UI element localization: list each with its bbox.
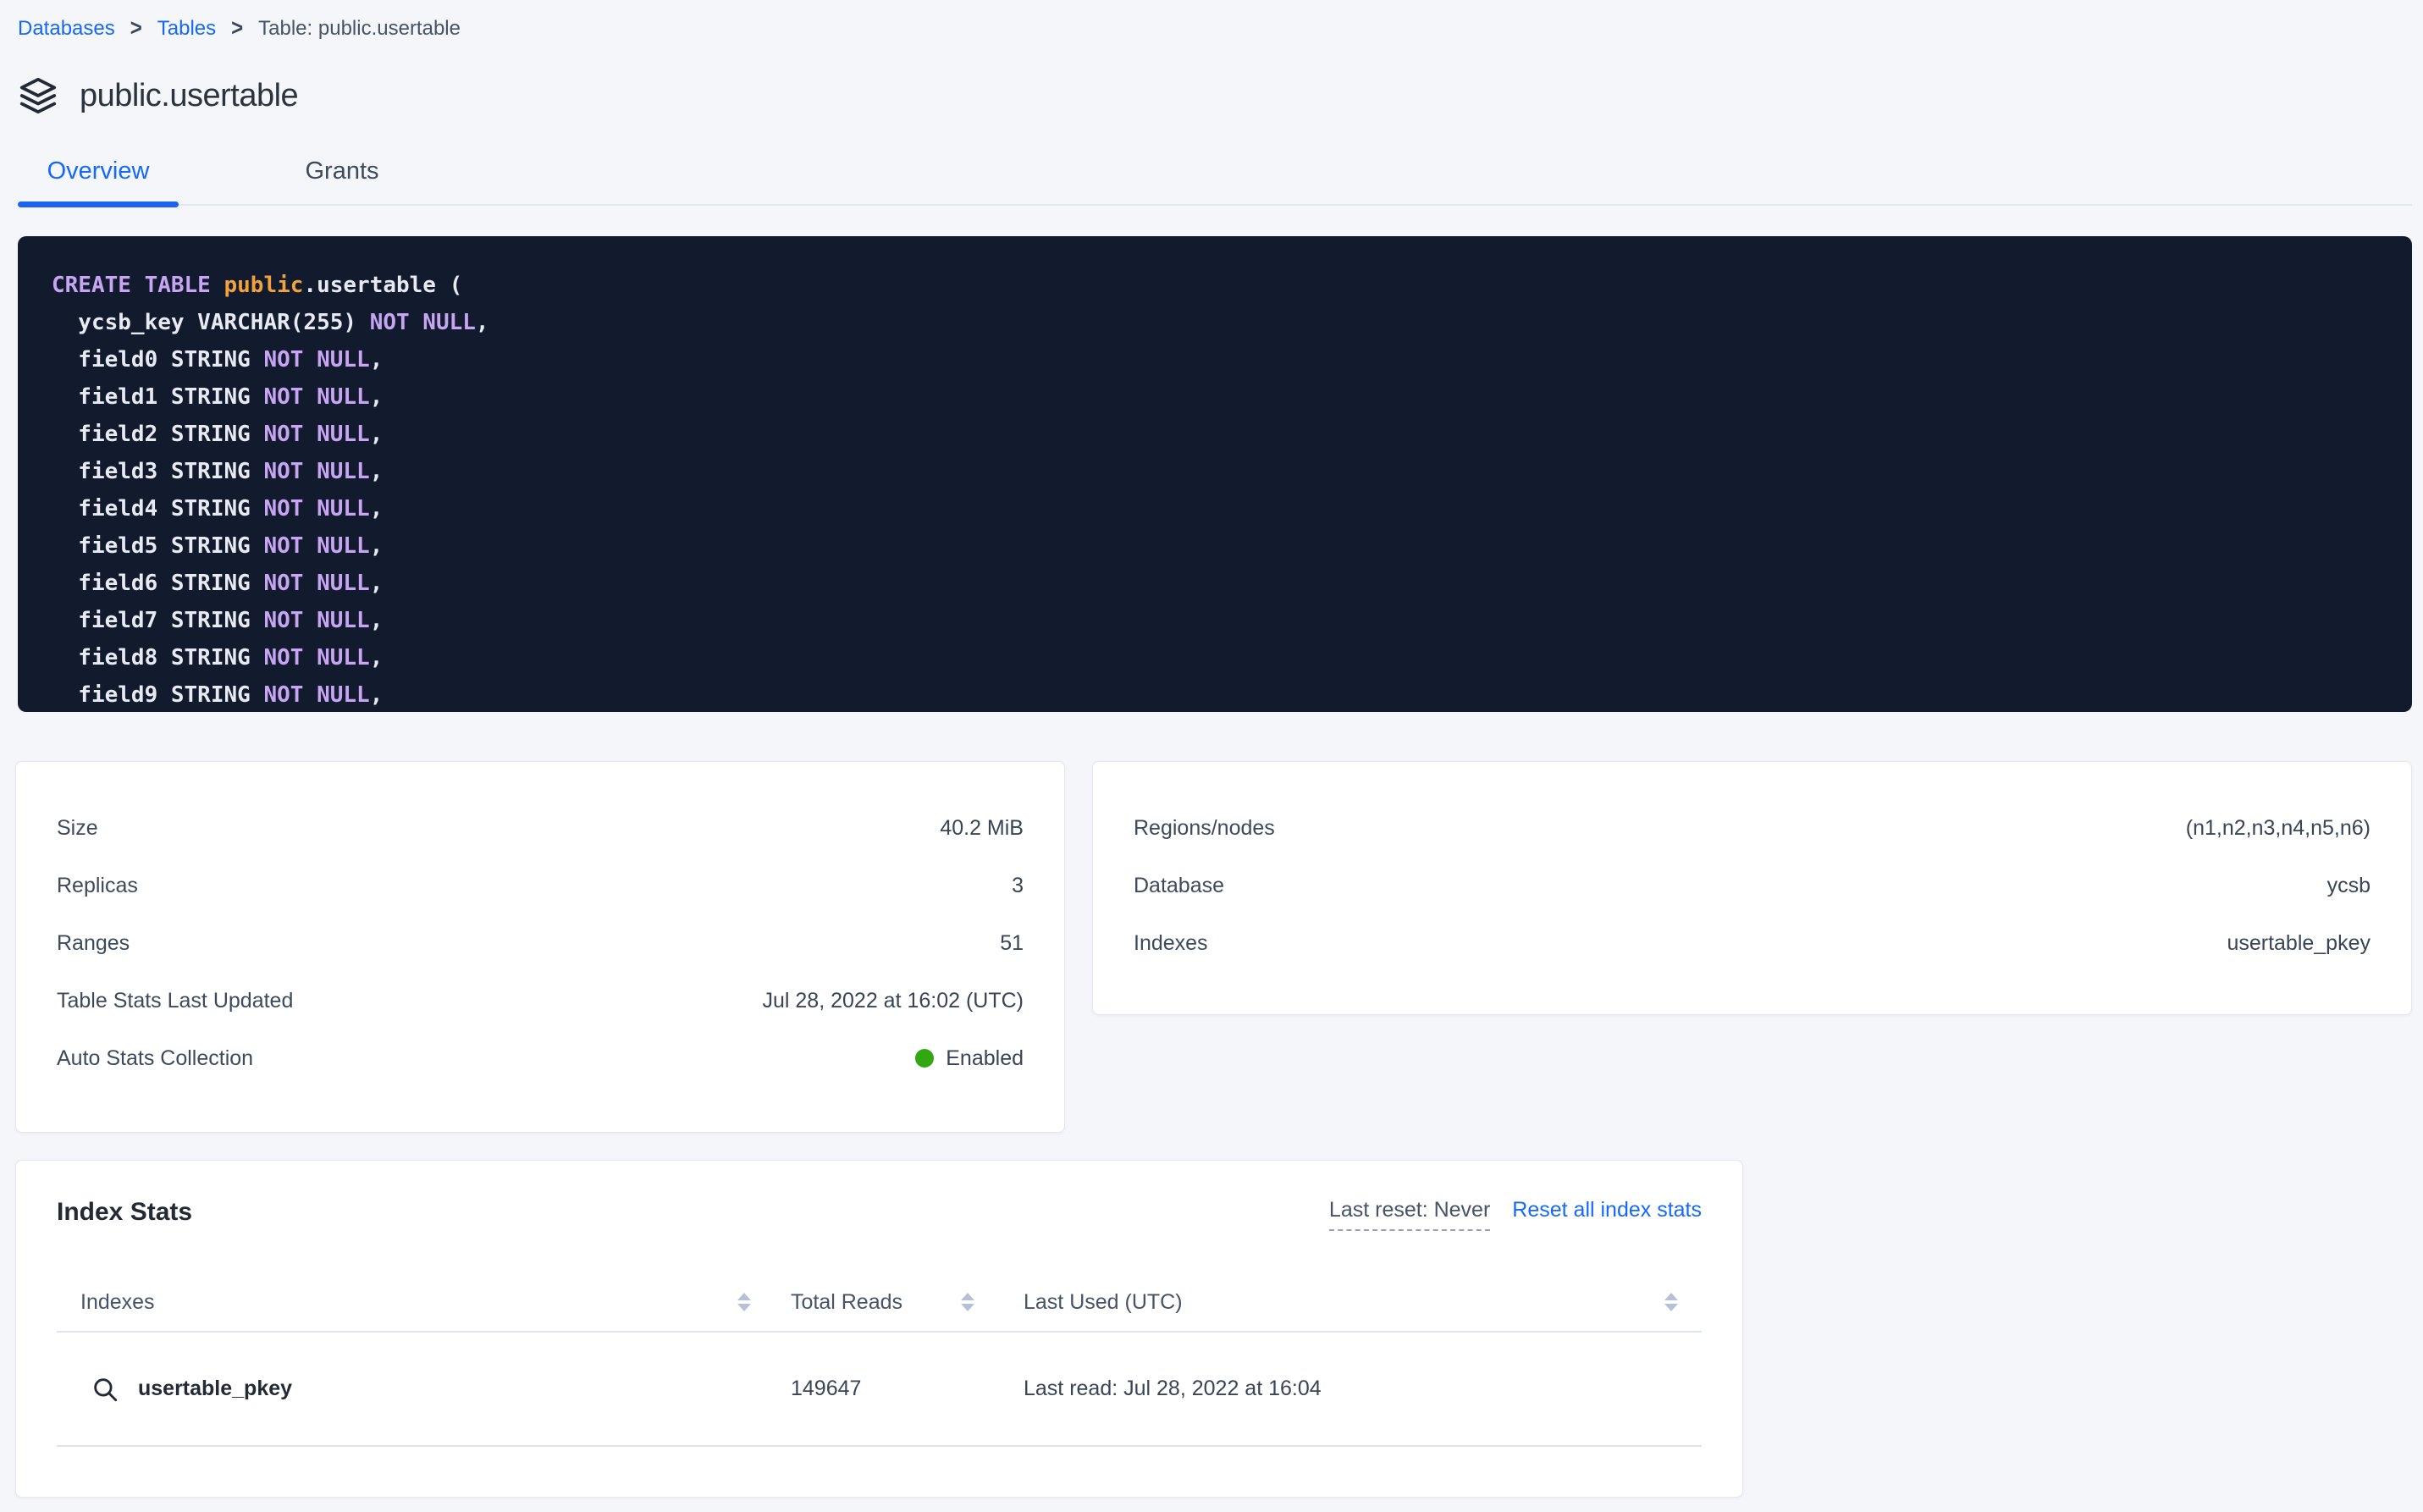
sql-code-line: field8 STRING NOT NULL, (52, 639, 2378, 676)
stat-label: Table Stats Last Updated (57, 989, 293, 1013)
chevron-right-icon: > (130, 15, 142, 42)
column-header-indexes-label: Indexes (80, 1290, 155, 1315)
tab-overview[interactable]: Overview (18, 157, 179, 204)
table-meta-card: Regions/nodes (n1,n2,n3,n4,n5,n6) Databa… (1092, 761, 2412, 1015)
stat-value-text: usertable_pkey (2227, 931, 2371, 956)
stat-value-text: 3 (1012, 874, 1024, 898)
index-name-cell: usertable_pkey (57, 1375, 751, 1404)
column-header-last-used-label: Last Used (UTC) (1024, 1290, 1183, 1315)
sql-code-line: field2 STRING NOT NULL, (52, 416, 2378, 453)
stat-row: Size 40.2 MiB (57, 799, 1024, 857)
page: Databases > Tables > Table: public.usertable… (0, 0, 2423, 1498)
stat-label: Size (57, 816, 98, 841)
index-stats-actions: Last reset: Never Reset all index stats (1329, 1198, 1702, 1231)
page-title: public.usertable (80, 78, 298, 114)
sql-code-line: field3 STRING NOT NULL, (52, 453, 2378, 490)
sql-code-line: field6 STRING NOT NULL, (52, 565, 2378, 602)
search-icon (91, 1375, 119, 1404)
sql-code-line: ycsb_key VARCHAR(255) NOT NULL, (52, 304, 2378, 341)
stat-value: (n1,n2,n3,n4,n5,n6) (2186, 816, 2371, 841)
stat-row: Auto Stats Collection Enabled (57, 1029, 1024, 1087)
tab-bar: Overview Grants (18, 157, 2412, 206)
status-dot-icon (915, 1049, 934, 1068)
stat-value: 3 (1012, 874, 1024, 898)
stat-value-text: Enabled (946, 1046, 1024, 1071)
stat-value: 40.2 MiB (940, 816, 1024, 841)
stat-value: Enabled (915, 1046, 1024, 1071)
column-header-indexes[interactable]: Indexes (57, 1290, 751, 1315)
stat-value-text: (n1,n2,n3,n4,n5,n6) (2186, 816, 2371, 841)
last-used-cell: Last read: Jul 28, 2022 at 16:04 (980, 1377, 1702, 1401)
sql-code-line: field7 STRING NOT NULL, (52, 602, 2378, 639)
sql-code-line: field4 STRING NOT NULL, (52, 490, 2378, 527)
stat-label: Database (1134, 874, 1224, 898)
stat-value: 51 (1000, 931, 1024, 956)
index-stats-title: Index Stats (57, 1198, 192, 1227)
chevron-right-icon: > (231, 15, 243, 42)
table-stats-card: Size 40.2 MiB Replicas 3 Ranges 51 Table… (15, 761, 1065, 1133)
stat-row: Regions/nodes (n1,n2,n3,n4,n5,n6) (1134, 799, 2371, 857)
sql-code-line: field0 STRING NOT NULL, (52, 341, 2378, 378)
page-title-row: public.usertable (18, 76, 2412, 115)
stat-row: Indexes usertable_pkey (1134, 914, 2371, 972)
stat-value: usertable_pkey (2227, 931, 2371, 956)
sql-code-line: field1 STRING NOT NULL, (52, 378, 2378, 416)
index-stats-table: Indexes Total Reads Last Used (UTC) user… (16, 1273, 1742, 1447)
stat-label: Regions/nodes (1134, 816, 1275, 841)
sort-icon[interactable] (961, 1293, 974, 1311)
index-stats-card: Index Stats Last reset: Never Reset all … (15, 1160, 1743, 1498)
breadcrumb-link[interactable]: Databases (18, 17, 115, 41)
stat-value-text: 51 (1000, 931, 1024, 956)
stat-value-text: ycsb (2327, 874, 2371, 898)
total-reads-cell: 149647 (751, 1377, 980, 1401)
sql-code-line: field5 STRING NOT NULL, (52, 527, 2378, 565)
stat-row: Table Stats Last Updated Jul 28, 2022 at… (57, 972, 1024, 1029)
stat-value: Jul 28, 2022 at 16:02 (UTC) (763, 989, 1024, 1013)
sql-code-line: field9 STRING NOT NULL, (52, 676, 2378, 712)
breadcrumb: Databases > Tables > Table: public.usertable (18, 17, 2412, 41)
tab-label: Overview (47, 157, 150, 185)
stat-value-text: 40.2 MiB (940, 816, 1024, 841)
stat-row: Replicas 3 (57, 857, 1024, 914)
reset-index-stats-link[interactable]: Reset all index stats (1512, 1198, 1702, 1222)
column-header-total-reads-label: Total Reads (791, 1290, 902, 1315)
index-stats-table-row: usertable_pkey 149647 Last read: Jul 28,… (57, 1333, 1702, 1447)
breadcrumb-current: Table: public.usertable (258, 17, 461, 41)
stat-row: Database ycsb (1134, 857, 2371, 914)
sort-icon[interactable] (1664, 1293, 1678, 1311)
index-stats-table-body: usertable_pkey 149647 Last read: Jul 28,… (16, 1333, 1742, 1447)
stat-label: Auto Stats Collection (57, 1046, 253, 1071)
stat-row: Ranges 51 (57, 914, 1024, 972)
last-reset-label: Last reset: Never (1329, 1198, 1490, 1231)
tab-grants[interactable]: Grants (262, 157, 422, 204)
index-stats-header: Index Stats Last reset: Never Reset all … (16, 1198, 1742, 1231)
column-header-total-reads[interactable]: Total Reads (751, 1290, 980, 1315)
sql-code-line: CREATE TABLE public.usertable ( (52, 267, 2378, 304)
tab-label: Grants (305, 157, 378, 185)
layers-icon (19, 76, 58, 115)
stat-value-text: Jul 28, 2022 at 16:02 (UTC) (763, 989, 1024, 1013)
stat-label: Indexes (1134, 931, 1208, 956)
stat-label: Ranges (57, 931, 130, 956)
stat-value: ycsb (2327, 874, 2371, 898)
create-table-sql-block: CREATE TABLE public.usertable ( ycsb_key… (18, 236, 2412, 712)
overview-cards-row: Size 40.2 MiB Replicas 3 Ranges 51 Table… (18, 761, 2412, 1133)
index-stats-table-header: Indexes Total Reads Last Used (UTC) (57, 1273, 1702, 1333)
stat-label: Replicas (57, 874, 138, 898)
column-header-last-used[interactable]: Last Used (UTC) (980, 1290, 1702, 1315)
sort-icon[interactable] (737, 1293, 751, 1311)
index-name-link[interactable]: usertable_pkey (138, 1377, 292, 1401)
breadcrumb-link[interactable]: Tables (157, 17, 216, 41)
